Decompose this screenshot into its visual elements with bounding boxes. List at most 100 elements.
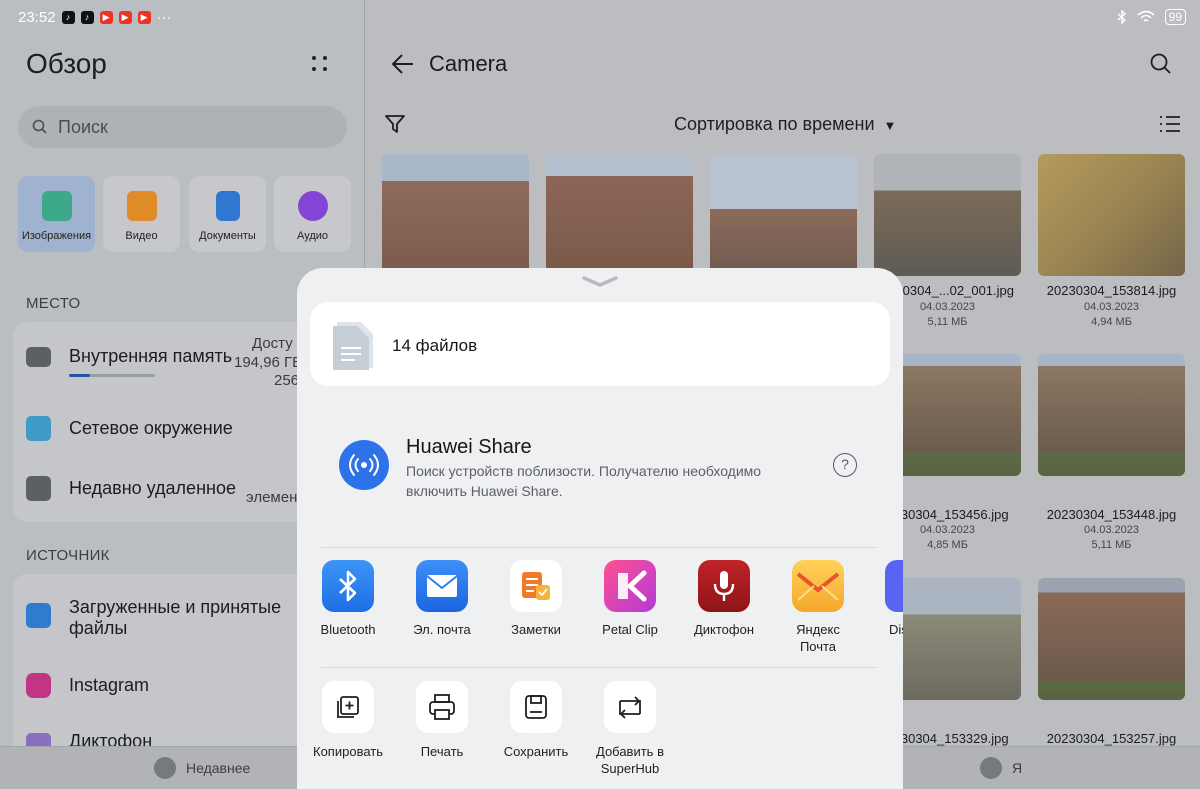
sheet-handle-chevron-icon[interactable] (581, 274, 619, 288)
share-app-email[interactable]: Эл. почта (395, 560, 489, 638)
more-options-icon[interactable] (308, 52, 330, 78)
phone-storage-icon (26, 346, 51, 367)
share-app-notes[interactable]: Заметки (489, 560, 583, 638)
youtube-icon: ▶ (137, 10, 151, 24)
nav-recent-label: Недавнее (186, 760, 251, 776)
download-icon (26, 603, 51, 628)
share-app-dictaphone[interactable]: Диктофон (677, 560, 771, 638)
file-name: 20230304_153257.jpg (1046, 731, 1177, 746)
photo-thumbnail[interactable] (546, 154, 693, 276)
action-print[interactable]: Печать (395, 681, 489, 760)
nav-me-label: Я (1012, 760, 1023, 776)
category-label: Аудио (296, 230, 329, 242)
internal-memory-row[interactable]: Внутренняя память (26, 346, 232, 367)
file-size: 5,11 МБ (1091, 539, 1132, 551)
internal-memory-label: Внутренняя память (69, 346, 233, 366)
share-app-petal-clip[interactable]: Petal Clip (583, 560, 677, 638)
storage-size: 194,96 ГБ (234, 354, 303, 371)
list-view-icon[interactable] (1158, 114, 1182, 134)
search-input[interactable]: Поиск (18, 106, 347, 148)
video-icon (126, 191, 157, 221)
youtube-icon: ▶ (118, 10, 132, 24)
sort-dropdown[interactable]: Сортировка по времени ▼ (674, 114, 896, 135)
share-app-label: Dis (889, 622, 903, 637)
category-label: Документы (199, 230, 256, 242)
recently-deleted-row[interactable]: Недавно удаленное (26, 476, 236, 501)
network-row[interactable]: Сетевое окружение (26, 416, 233, 441)
photo-thumbnail[interactable] (874, 154, 1021, 276)
share-app-label: Эл. почта (413, 622, 471, 637)
photo-thumbnail[interactable] (1038, 354, 1185, 476)
instagram-icon (26, 673, 51, 698)
filter-icon[interactable] (384, 113, 406, 135)
status-bar-right: 99 (1117, 0, 1186, 34)
mail-icon (416, 560, 468, 612)
nav-recent[interactable]: Недавнее (154, 757, 250, 779)
category-documents[interactable]: Документы (189, 176, 266, 252)
share-app-label: Диктофон (693, 622, 755, 637)
print-icon (416, 681, 468, 733)
shared-files-card: 14 файлов (310, 302, 890, 386)
share-app-yandex-mail[interactable]: Яндекс Почта (771, 560, 865, 655)
yandex-mail-icon (792, 560, 844, 612)
file-size: 4,94 МБ (1091, 316, 1132, 328)
share-app-label: Bluetooth (320, 622, 376, 637)
photo-thumbnail[interactable] (710, 154, 857, 276)
category-audio[interactable]: Аудио (274, 176, 351, 252)
share-app-discord[interactable]: Dis (865, 560, 903, 638)
microphone-icon (698, 560, 750, 612)
category-label: Видео (125, 230, 158, 242)
section-source-heading: ИСТОЧНИК (26, 547, 110, 564)
action-add-to-superhub[interactable]: Добавить в SuperHub (583, 681, 677, 777)
instagram-row[interactable]: Instagram (26, 673, 149, 698)
photo-thumbnail[interactable] (1038, 578, 1185, 700)
photo-thumbnail[interactable] (382, 154, 529, 276)
battery-indicator: 99 (1164, 9, 1186, 25)
action-label: Печать (420, 744, 464, 759)
storage-available: Досту (252, 335, 293, 352)
wifi-icon (1137, 10, 1155, 22)
tiktok-icon: ♪ (61, 10, 75, 24)
network-icon (26, 416, 51, 441)
search-icon[interactable] (1150, 53, 1172, 75)
file-meta: 04.03.2023 4,94 МБ (1038, 300, 1185, 330)
help-icon[interactable]: ? (833, 453, 857, 477)
category-video[interactable]: Видео (103, 176, 180, 252)
bluetooth-status-icon (1117, 10, 1126, 24)
photo-thumbnail[interactable] (1038, 154, 1185, 276)
tiktok-icon: ♪ (80, 10, 94, 24)
category-images[interactable]: Изображения (18, 176, 95, 252)
folder-title: Camera (429, 51, 508, 76)
share-app-label: Petal Clip (602, 622, 658, 637)
more-notifications-icon: ··· (156, 8, 172, 26)
action-copy[interactable]: Копировать (301, 681, 395, 760)
nav-me[interactable]: Я (980, 757, 1022, 779)
downloads-row[interactable]: Загруженные и принятые файлы (26, 597, 289, 639)
back-arrow-icon[interactable] (391, 53, 415, 75)
share-sheet: 14 файлов Huawei Share Поиск устройств п… (297, 268, 903, 789)
huawei-share-button[interactable] (339, 440, 389, 490)
document-icon (215, 191, 240, 221)
network-label: Сетевое окружение (69, 418, 233, 438)
instagram-label: Instagram (69, 675, 150, 695)
document-icon (333, 322, 373, 370)
file-name: 20230304_153814.jpg (1046, 283, 1177, 298)
profile-icon (980, 757, 1002, 779)
action-save[interactable]: Сохранить (489, 681, 583, 760)
file-name: 20230304_153448.jpg (1046, 507, 1177, 522)
storage-usage-bar (69, 374, 155, 377)
search-icon (32, 119, 47, 134)
save-icon (510, 681, 562, 733)
image-icon (41, 191, 72, 221)
share-app-bluetooth[interactable]: Bluetooth (301, 560, 395, 638)
storage-usage-fill (69, 374, 90, 377)
clock: 23:52 (18, 8, 56, 26)
storage-total: 256 (274, 372, 300, 389)
wireless-signal-icon (349, 454, 379, 476)
category-label: Изображения (21, 230, 92, 242)
sort-label: Сортировка по времени (674, 114, 875, 134)
status-bar-left: 23:52 ♪ ♪ ▶ ▶ ▶ ··· (18, 0, 172, 34)
section-place-heading: МЕСТО (26, 295, 81, 312)
page-title: Обзор (26, 48, 107, 79)
search-placeholder: Поиск (58, 116, 108, 137)
